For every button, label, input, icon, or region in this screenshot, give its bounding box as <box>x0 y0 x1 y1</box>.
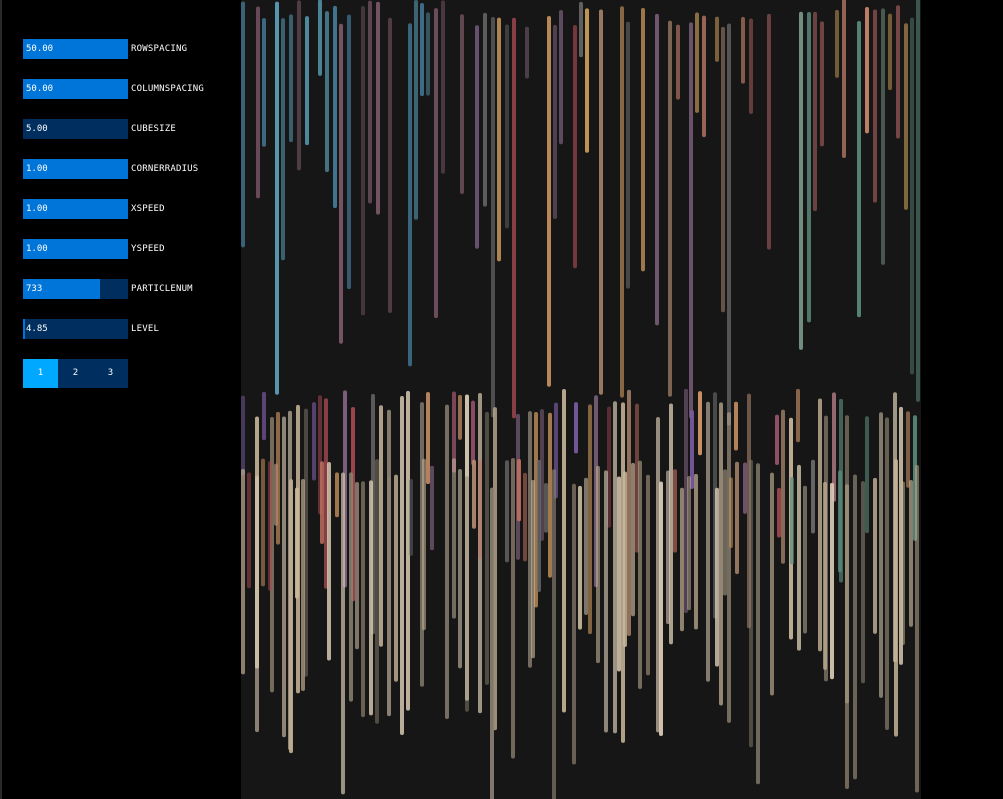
slider-track[interactable]: 50.00 <box>23 39 128 59</box>
slider-cubesize[interactable]: 5.00 CUBESIZE <box>23 119 223 139</box>
window-edge <box>0 0 2 799</box>
slider-label: PARTICLENUM <box>131 284 193 294</box>
slider-yspeed[interactable]: 1.00 YSPEED <box>23 239 223 259</box>
slider-label: XSPEED <box>131 204 165 214</box>
slider-label: YSPEED <box>131 244 165 254</box>
slider-track[interactable]: 50.00 <box>23 79 128 99</box>
particle-artwork <box>241 0 921 799</box>
slider-xspeed[interactable]: 1.00 XSPEED <box>23 199 223 219</box>
tab-3[interactable]: 3 <box>93 359 128 388</box>
mode-tabs: 1 2 3 <box>23 359 128 388</box>
slider-track[interactable]: 1.00 <box>23 239 128 259</box>
canvas-margin <box>921 0 1003 799</box>
slider-value: 5.00 <box>26 124 48 134</box>
slider-track[interactable]: 733 <box>23 279 128 299</box>
slider-fill <box>23 319 26 339</box>
slider-label: CORNERRADIUS <box>131 164 199 174</box>
slider-value: 733 <box>26 284 43 294</box>
slider-label: ROWSPACING <box>131 44 188 54</box>
slider-rowspacing[interactable]: 50.00 ROWSPACING <box>23 39 223 59</box>
slider-label: CUBESIZE <box>131 124 176 134</box>
slider-value: 50.00 <box>26 44 54 54</box>
slider-track[interactable]: 5.00 <box>23 119 128 139</box>
render-canvas[interactable] <box>241 0 921 799</box>
slider-particlenum[interactable]: 733 PARTICLENUM <box>23 279 223 299</box>
slider-value: 1.00 <box>26 164 48 174</box>
slider-level[interactable]: 4.85 LEVEL <box>23 319 223 339</box>
slider-track[interactable]: 1.00 <box>23 159 128 179</box>
slider-value: 4.85 <box>26 324 48 334</box>
slider-columnspacing[interactable]: 50.00 COLUMNSPACING <box>23 79 223 99</box>
slider-value: 1.00 <box>26 244 48 254</box>
tab-1[interactable]: 1 <box>23 359 58 388</box>
slider-track[interactable]: 4.85 <box>23 319 128 339</box>
slider-track[interactable]: 1.00 <box>23 199 128 219</box>
slider-cornerradius[interactable]: 1.00 CORNERRADIUS <box>23 159 223 179</box>
slider-value: 1.00 <box>26 204 48 214</box>
tab-2[interactable]: 2 <box>58 359 93 388</box>
slider-label: COLUMNSPACING <box>131 84 205 94</box>
slider-value: 50.00 <box>26 84 54 94</box>
slider-label: LEVEL <box>131 324 160 334</box>
